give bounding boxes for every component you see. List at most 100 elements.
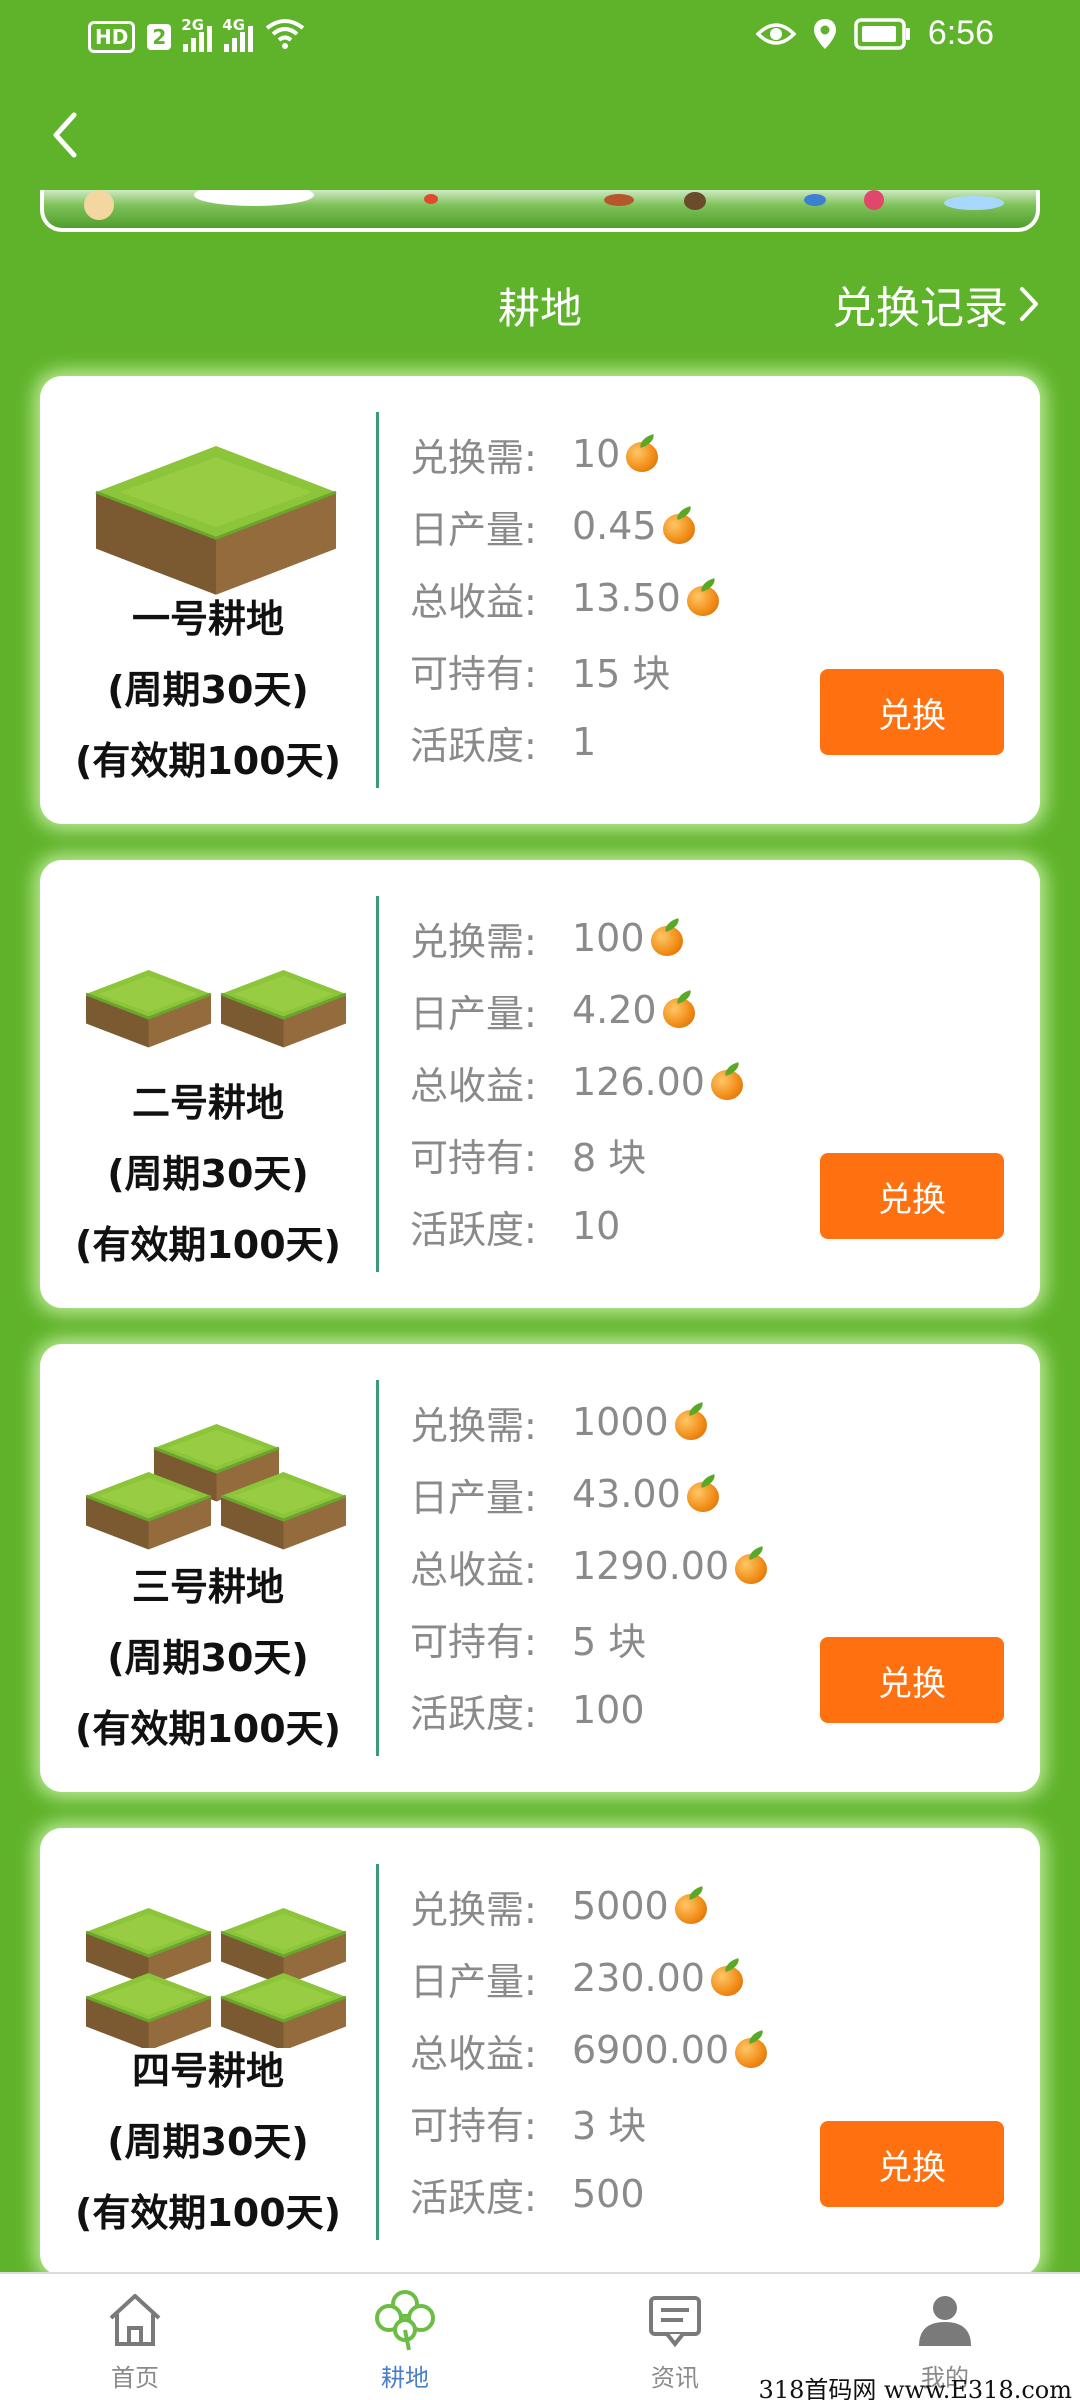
stat-value: 126.00 xyxy=(572,1060,705,1104)
orange-coin-icon xyxy=(673,1886,709,1924)
stat-value: 230.00 xyxy=(572,1956,705,2000)
stat-cost: 兑换需: 5000 xyxy=(410,1870,769,1942)
chevron-left-icon xyxy=(53,112,77,158)
stat-value: 10 xyxy=(572,1204,621,1248)
farmland-card: 二号耕地 (周期30天) (有效期100天) 兑换需: 100 日产量: 4.20 总收益: 1… xyxy=(40,860,1040,1308)
stat-value-wrap: 126.00 xyxy=(572,1060,745,1104)
orange-coin-icon xyxy=(624,434,660,472)
stat-total-income: 总收益: 1290.00 xyxy=(410,1530,769,1602)
exchange-button[interactable]: 兑换 xyxy=(820,1637,1004,1723)
farmland-card-info: 四号耕地 (周期30天) (有效期100天) xyxy=(40,1828,376,2276)
exchange-button[interactable]: 兑换 xyxy=(820,669,1004,755)
stat-activity: 活跃度: 500 xyxy=(410,2158,769,2230)
message-icon xyxy=(643,2288,707,2352)
status-left: HD 2 2G 4G xyxy=(88,16,305,56)
profile-icon xyxy=(913,2288,977,2352)
orange-coin-icon xyxy=(733,1546,769,1584)
exchange-button[interactable]: 兑换 xyxy=(820,2121,1004,2207)
exchange-records-link[interactable]: 兑换记录 xyxy=(832,272,1040,336)
nav-label-home: 首页 xyxy=(111,2364,159,2392)
banner-image[interactable] xyxy=(40,190,1040,232)
stat-value-wrap: 4.20 xyxy=(572,988,697,1032)
stat-daily-output: 日产量: 0.45 xyxy=(410,490,721,562)
back-button[interactable] xyxy=(40,105,90,165)
eye-icon xyxy=(755,20,796,48)
stat-label: 活跃度: xyxy=(410,723,537,768)
status-bar: HD 2 2G 4G 6:56 xyxy=(0,0,1080,80)
farmland-card: 一号耕地 (周期30天) (有效期100天) 兑换需: 10 日产量: 0.45 总收益: 13… xyxy=(40,376,1040,824)
stat-holdable: 可持有: 15 块 xyxy=(410,634,721,706)
farmland-card-info: 一号耕地 (周期30天) (有效期100天) xyxy=(40,376,376,824)
orange-coin-icon xyxy=(709,1958,745,1996)
farmland-plot-icon xyxy=(86,1424,346,1550)
farmland-plot-icon xyxy=(86,1908,346,2048)
stat-total-income: 总收益: 13.50 xyxy=(410,562,721,634)
stat-label: 总收益: xyxy=(410,579,537,624)
stat-label: 日产量: xyxy=(410,507,537,552)
watermark: 318首码网 www.E318.com xyxy=(758,2376,1072,2400)
stat-label: 兑换需: xyxy=(410,919,537,964)
clock: 6:56 xyxy=(927,14,994,52)
farmland-validity: (有效期100天) xyxy=(74,1707,342,1751)
card-divider xyxy=(376,896,379,1272)
exchange-button[interactable]: 兑换 xyxy=(820,1153,1004,1239)
battery-icon xyxy=(854,17,912,50)
farmland-cycle: (周期30天) xyxy=(107,1152,309,1196)
stat-total-income: 总收益: 126.00 xyxy=(410,1046,745,1118)
farmland-cycle: (周期30天) xyxy=(107,2120,309,2164)
page-title[interactable]: 耕地 xyxy=(455,275,625,336)
farmland-name: 四号耕地 xyxy=(131,2049,284,2093)
farmland-validity: (有效期100天) xyxy=(74,1223,342,1267)
farmland-name: 三号耕地 xyxy=(131,1565,284,1609)
chevron-right-icon xyxy=(1020,287,1038,321)
stat-value: 4.20 xyxy=(572,988,657,1032)
orange-coin-icon xyxy=(673,1402,709,1440)
stat-value-wrap: 1000 xyxy=(572,1400,709,1444)
stat-value: 3 块 xyxy=(572,2103,647,2148)
stat-cost: 兑换需: 10 xyxy=(410,418,721,490)
stat-label: 可持有: xyxy=(410,1135,537,1180)
orange-coin-icon xyxy=(661,506,697,544)
stat-label: 可持有: xyxy=(410,651,537,696)
stat-label: 日产量: xyxy=(410,1475,537,1520)
nav-item-home[interactable]: 首页 xyxy=(0,2274,270,2400)
orange-coin-icon xyxy=(649,918,685,956)
hd-badge: HD xyxy=(88,21,136,53)
stat-value: 43.00 xyxy=(572,1472,681,1516)
farmland-plot-icon xyxy=(86,970,346,1048)
stat-label: 日产量: xyxy=(410,1959,537,2004)
stat-label: 总收益: xyxy=(410,1547,537,1592)
stat-cost: 兑换需: 1000 xyxy=(410,1386,769,1458)
stat-value: 100 xyxy=(572,916,645,960)
farmland-card: 四号耕地 (周期30天) (有效期100天) 兑换需: 5000 日产量: 230.00 总收… xyxy=(40,1828,1040,2276)
location-icon xyxy=(812,17,838,51)
farmland-validity: (有效期100天) xyxy=(74,2191,342,2235)
stat-value-wrap: 10 xyxy=(572,432,660,476)
card-divider xyxy=(376,412,379,788)
home-icon xyxy=(103,2288,167,2352)
sim-badge: 2 xyxy=(147,24,172,50)
nav-item-farmland[interactable]: 耕地 xyxy=(270,2274,540,2400)
network-type-label: 2G xyxy=(181,16,205,34)
orange-coin-icon xyxy=(733,2030,769,2068)
stat-value-wrap: 230.00 xyxy=(572,1956,745,2000)
farmland-card-info: 三号耕地 (周期30天) (有效期100天) xyxy=(40,1344,376,1792)
farmland-stats: 兑换需: 1000 日产量: 43.00 总收益: 1290.00 可持有: 5 块活跃度: 1… xyxy=(410,1386,769,1746)
stat-activity: 活跃度: 100 xyxy=(410,1674,769,1746)
stat-value: 6900.00 xyxy=(572,2028,730,2072)
stat-value-wrap: 13.50 xyxy=(572,576,721,620)
farmland-validity: (有效期100天) xyxy=(74,739,342,783)
farmland-card: 三号耕地 (周期30天) (有效期100天) 兑换需: 1000 日产量: 43.00 总收益… xyxy=(40,1344,1040,1792)
stat-label: 可持有: xyxy=(410,1619,537,1664)
stat-label: 可持有: xyxy=(410,2103,537,2148)
stat-daily-output: 日产量: 230.00 xyxy=(410,1942,769,2014)
exchange-records-label: 兑换记录 xyxy=(832,283,1008,334)
farmland-name: 二号耕地 xyxy=(131,1081,284,1125)
farmland-card-info: 二号耕地 (周期30天) (有效期100天) xyxy=(40,860,376,1308)
status-right: 6:56 xyxy=(755,14,994,53)
stat-holdable: 可持有: 3 块 xyxy=(410,2086,769,2158)
card-divider xyxy=(376,1380,379,1756)
stat-value: 15 块 xyxy=(572,651,671,696)
stat-value: 8 块 xyxy=(572,1135,647,1180)
stat-activity: 活跃度: 1 xyxy=(410,706,721,778)
